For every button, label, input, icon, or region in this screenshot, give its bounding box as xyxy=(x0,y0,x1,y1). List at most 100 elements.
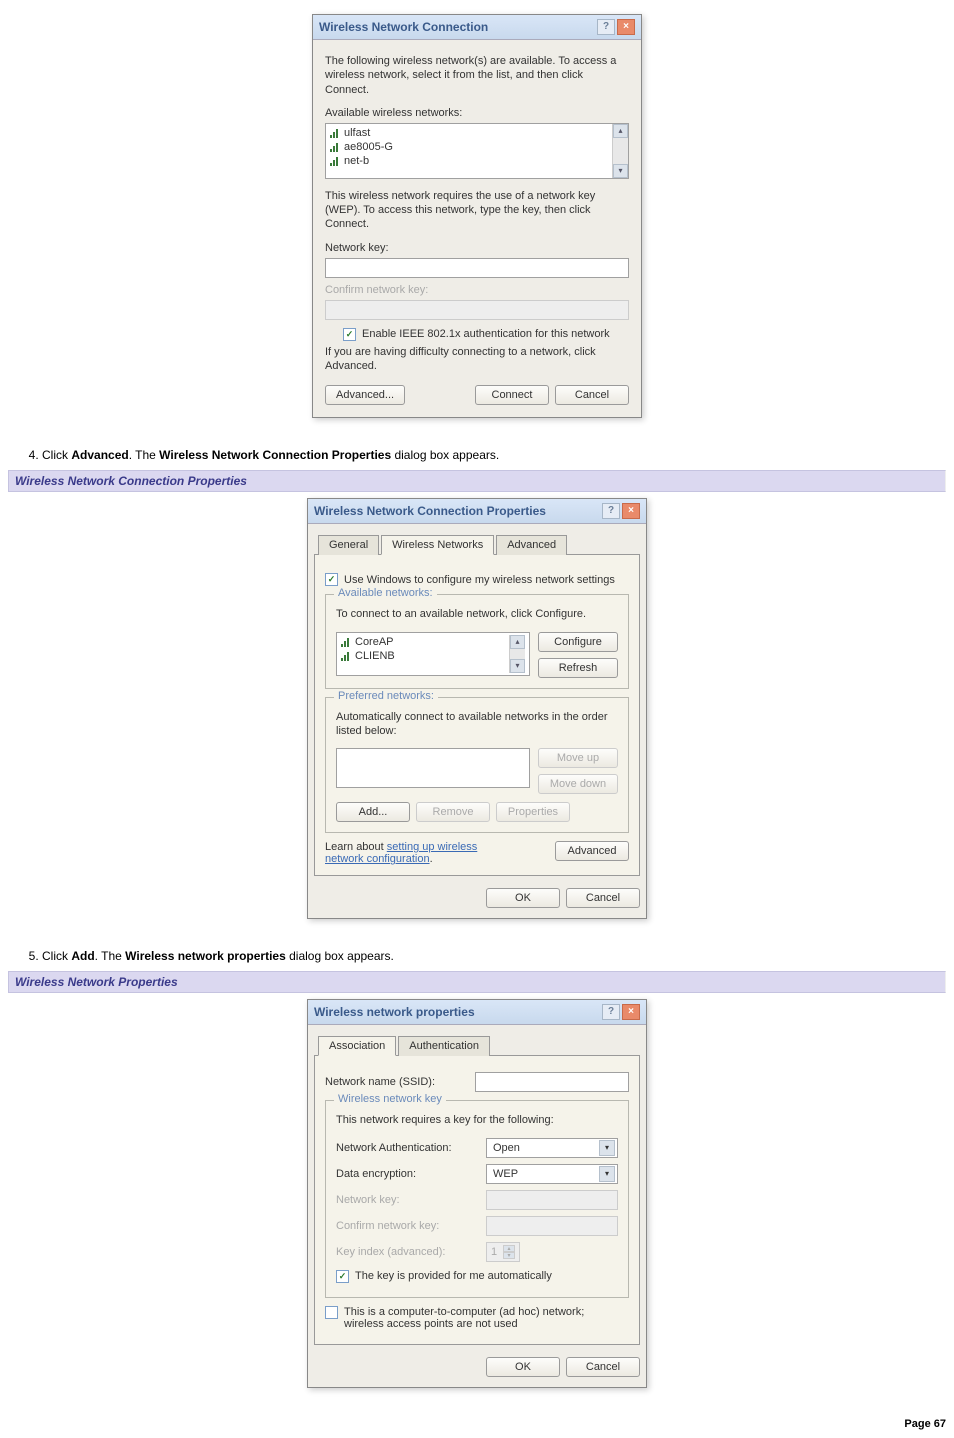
dialog-title: Wireless Network Connection Properties xyxy=(314,504,546,518)
tab-association[interactable]: Association xyxy=(318,1036,396,1056)
network-key-label: Network key: xyxy=(336,1194,486,1206)
help-button[interactable]: ? xyxy=(597,19,615,35)
scroll-up-icon[interactable]: ▴ xyxy=(510,635,525,649)
wireless-connection-dialog: Wireless Network Connection ? × The foll… xyxy=(312,14,642,418)
cancel-button[interactable]: Cancel xyxy=(555,385,629,405)
help-button[interactable]: ? xyxy=(602,1004,620,1020)
network-properties-dialog: Wireless network properties ? × Associat… xyxy=(307,999,647,1387)
cancel-button[interactable]: Cancel xyxy=(566,888,640,908)
keyindex-spinner: 1 ▴▾ xyxy=(486,1242,520,1262)
cancel-button[interactable]: Cancel xyxy=(566,1357,640,1377)
learn-about-text: Learn about setting up wireless network … xyxy=(325,841,515,865)
confirm-key-input xyxy=(325,300,629,320)
adhoc-label: This is a computer-to-computer (ad hoc) … xyxy=(344,1306,604,1330)
encryption-select[interactable]: WEP ▾ xyxy=(486,1164,618,1184)
signal-icon xyxy=(341,637,351,647)
chevron-down-icon: ▾ xyxy=(599,1166,615,1182)
tabs: Association Authentication xyxy=(314,1035,640,1056)
connect-button[interactable]: Connect xyxy=(475,385,549,405)
refresh-button[interactable]: Refresh xyxy=(538,658,618,678)
available-networks-list[interactable]: CoreAP CLIENB ▴ ▾ xyxy=(336,632,530,676)
list-item[interactable]: net-b xyxy=(330,154,608,168)
ok-button[interactable]: OK xyxy=(486,888,560,908)
tab-general[interactable]: General xyxy=(318,535,379,555)
tab-advanced[interactable]: Advanced xyxy=(496,535,567,555)
signal-icon xyxy=(330,156,340,166)
chevron-down-icon: ▾ xyxy=(599,1140,615,1156)
confirm-key-label: Confirm network key: xyxy=(336,1220,486,1232)
scrollbar[interactable]: ▴ ▾ xyxy=(612,124,628,178)
enable-8021x-label: Enable IEEE 802.1x authentication for th… xyxy=(362,328,610,340)
signal-icon xyxy=(330,128,340,138)
close-button[interactable]: × xyxy=(617,19,635,35)
dialog-titlebar: Wireless Network Connection Properties ?… xyxy=(308,499,646,524)
section-header-1: Wireless Network Connection Properties xyxy=(8,470,946,492)
list-item[interactable]: CLIENB xyxy=(341,649,509,663)
ssid-input[interactable] xyxy=(475,1072,629,1092)
list-item[interactable]: ae8005-G xyxy=(330,140,608,154)
scroll-up-icon[interactable]: ▴ xyxy=(613,124,628,138)
close-button[interactable]: × xyxy=(622,503,640,519)
confirm-key-input xyxy=(486,1216,618,1236)
signal-icon xyxy=(330,142,340,152)
key-provided-checkbox[interactable]: ✓ xyxy=(336,1270,349,1283)
use-windows-checkbox[interactable]: ✓ xyxy=(325,573,338,586)
adhoc-checkbox[interactable]: ✓ xyxy=(325,1306,338,1319)
tab-authentication[interactable]: Authentication xyxy=(398,1036,490,1056)
move-up-button[interactable]: Move up xyxy=(538,748,618,768)
scroll-down-icon[interactable]: ▾ xyxy=(510,659,525,673)
dialog-titlebar: Wireless Network Connection ? × xyxy=(313,15,641,40)
add-button[interactable]: Add... xyxy=(336,802,410,822)
network-key-label: Network key: xyxy=(325,242,629,254)
preferred-networks-fieldset: Preferred networks: Automatically connec… xyxy=(325,697,629,834)
difficulty-text: If you are having difficulty connecting … xyxy=(325,345,629,374)
dialog-titlebar: Wireless network properties ? × xyxy=(308,1000,646,1025)
network-key-input[interactable] xyxy=(325,258,629,278)
dialog-title: Wireless Network Connection xyxy=(319,20,488,34)
scroll-down-icon[interactable]: ▾ xyxy=(613,164,628,178)
keyindex-label: Key index (advanced): xyxy=(336,1246,486,1258)
list-item[interactable]: CoreAP xyxy=(341,635,509,649)
dialog-intro-text: The following wireless network(s) are av… xyxy=(325,54,629,97)
signal-icon xyxy=(341,651,351,661)
encryption-label: Data encryption: xyxy=(336,1168,486,1180)
properties-button[interactable]: Properties xyxy=(496,802,570,822)
advanced-button[interactable]: Advanced... xyxy=(325,385,405,405)
remove-button[interactable]: Remove xyxy=(416,802,490,822)
tabs: General Wireless Networks Advanced xyxy=(314,534,640,555)
preferred-text: Automatically connect to available netwo… xyxy=(336,710,618,739)
wireless-key-fieldset: Wireless network key This network requir… xyxy=(325,1100,629,1297)
ssid-label: Network name (SSID): xyxy=(325,1076,475,1088)
available-text: To connect to an available network, clic… xyxy=(336,607,618,621)
available-networks-label: Available wireless networks: xyxy=(325,107,629,119)
tab-wireless-networks[interactable]: Wireless Networks xyxy=(381,535,494,555)
available-legend: Available networks: xyxy=(334,587,437,599)
use-windows-label: Use Windows to configure my wireless net… xyxy=(344,574,615,586)
step-5: Click Add. The Wireless network properti… xyxy=(42,949,946,963)
move-down-button[interactable]: Move down xyxy=(538,774,618,794)
configure-button[interactable]: Configure xyxy=(538,632,618,652)
close-button[interactable]: × xyxy=(622,1004,640,1020)
ok-button[interactable]: OK xyxy=(486,1357,560,1377)
help-button[interactable]: ? xyxy=(602,503,620,519)
wkey-legend: Wireless network key xyxy=(334,1093,446,1105)
advanced-button[interactable]: Advanced xyxy=(555,841,629,861)
enable-8021x-checkbox[interactable]: ✓ xyxy=(343,328,356,341)
section-header-2: Wireless Network Properties xyxy=(8,971,946,993)
available-networks-list[interactable]: ulfast ae8005-G net-b ▴ ▾ xyxy=(325,123,629,179)
page-footer: Page 67 xyxy=(8,1418,946,1430)
auth-select[interactable]: Open ▾ xyxy=(486,1138,618,1158)
step-4: Click Advanced. The Wireless Network Con… xyxy=(42,448,946,462)
list-item[interactable]: ulfast xyxy=(330,126,608,140)
preferred-networks-list[interactable] xyxy=(336,748,530,788)
key-provided-label: The key is provided for me automatically xyxy=(355,1270,552,1282)
network-key-input xyxy=(486,1190,618,1210)
wkey-text: This network requires a key for the foll… xyxy=(336,1113,618,1127)
available-networks-fieldset: Available networks: To connect to an ava… xyxy=(325,594,629,688)
connection-properties-dialog: Wireless Network Connection Properties ?… xyxy=(307,498,647,919)
confirm-key-label: Confirm network key: xyxy=(325,284,629,296)
dialog-title: Wireless network properties xyxy=(314,1005,475,1019)
preferred-legend: Preferred networks: xyxy=(334,690,438,702)
auth-label: Network Authentication: xyxy=(336,1142,486,1154)
scrollbar[interactable]: ▴ ▾ xyxy=(509,635,525,673)
